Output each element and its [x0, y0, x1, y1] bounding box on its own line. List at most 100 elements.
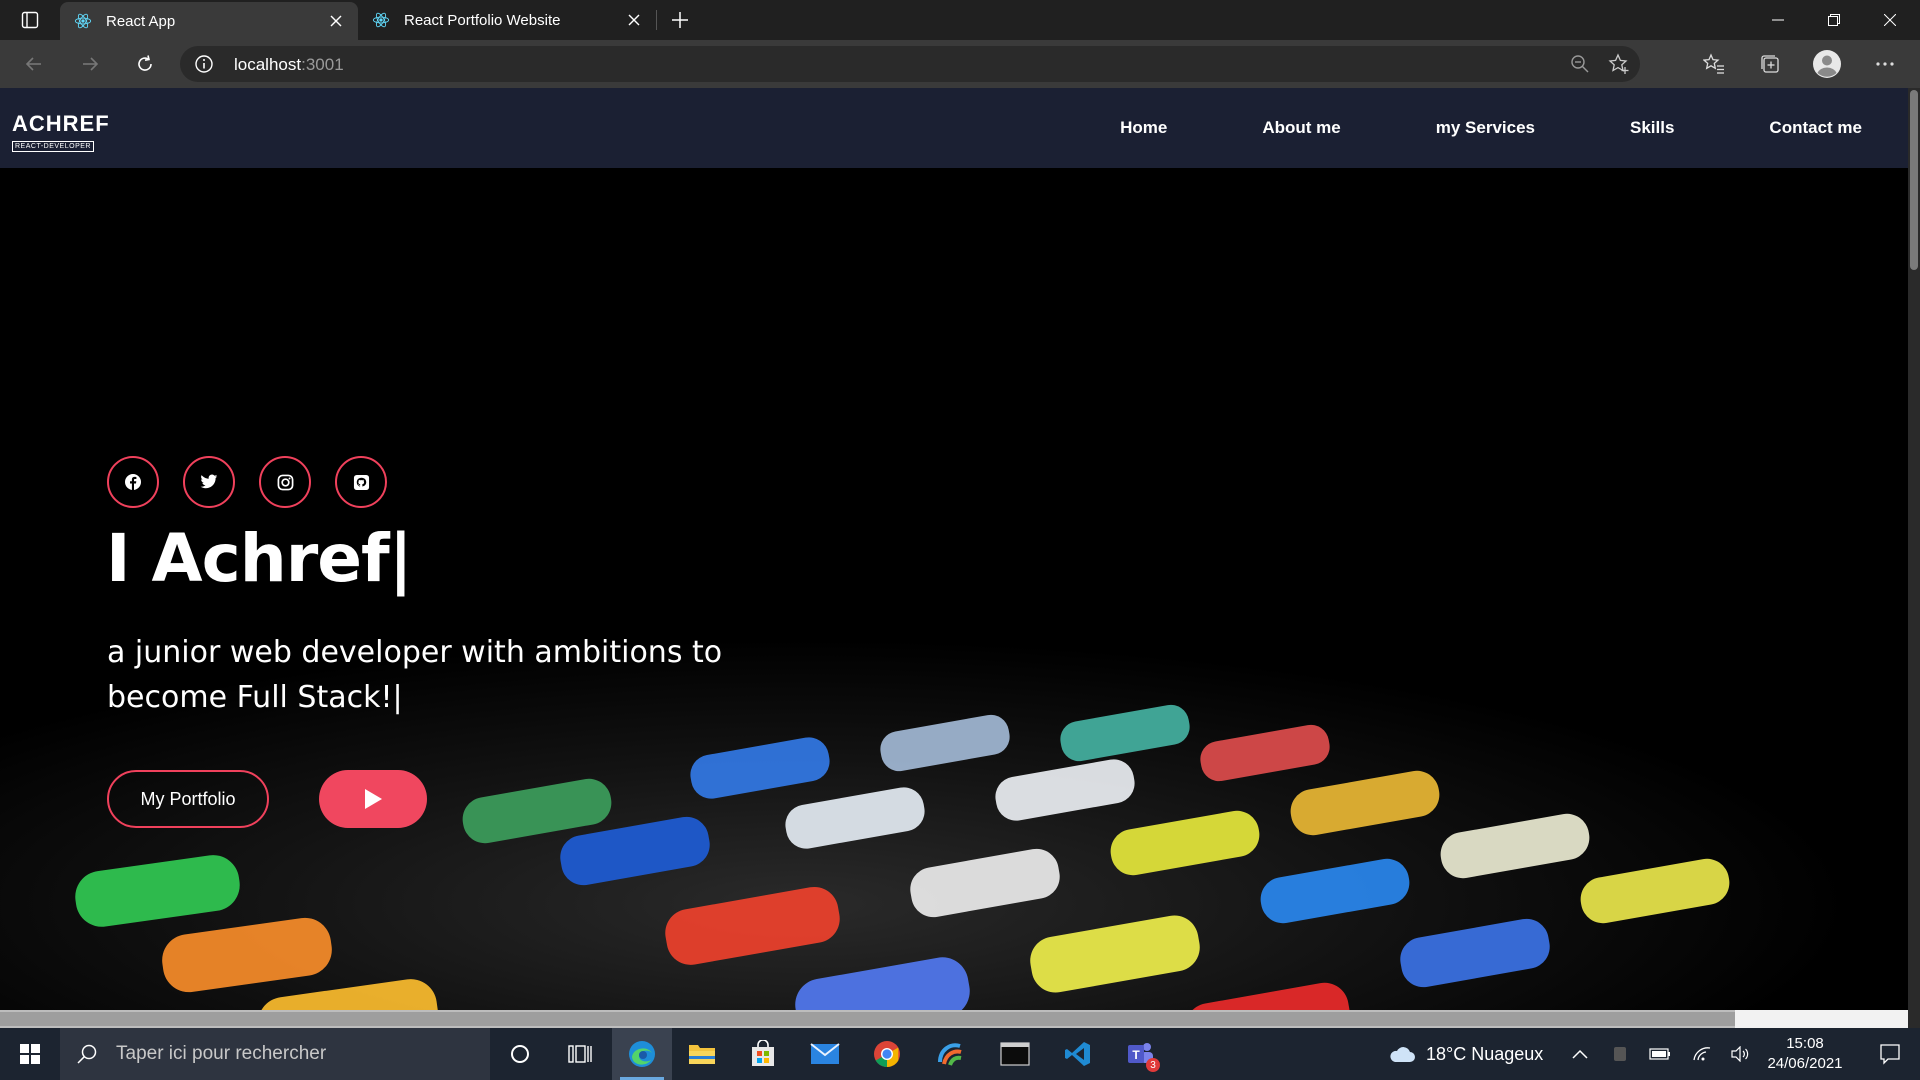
site-menu: Home About me my Services Skills Contact…	[1025, 88, 1862, 168]
address-bar[interactable]: localhost:3001	[180, 46, 1640, 82]
hero-subtitle: a junior web developer with ambitions to…	[107, 630, 747, 720]
favorites-button[interactable]	[1698, 48, 1730, 80]
tab-react-portfolio[interactable]: React Portfolio Website	[358, 0, 656, 40]
nav-about-me[interactable]: About me	[1262, 118, 1340, 138]
vertical-scrollbar[interactable]	[1908, 88, 1920, 1010]
battery-button[interactable]	[1640, 1028, 1680, 1080]
nav-skills[interactable]: Skills	[1630, 118, 1674, 138]
facebook-icon	[125, 474, 141, 490]
notifications-button[interactable]	[1860, 1028, 1920, 1080]
my-portfolio-button[interactable]: My Portfolio	[107, 770, 269, 828]
taskbar-clock[interactable]: 15:08 24/06/2021	[1760, 1034, 1850, 1074]
social-links	[107, 456, 411, 508]
close-tab-icon[interactable]	[328, 13, 344, 29]
new-tab-button[interactable]	[664, 4, 696, 36]
browser-tabstrip: React App React Portfolio Website	[0, 0, 1920, 40]
logo-sub: REACT-DEVELOPER	[12, 141, 94, 152]
tab-title: React App	[106, 12, 176, 30]
forward-button[interactable]	[74, 48, 106, 80]
weather-text: 18°C Nuageux	[1426, 1043, 1544, 1064]
hero-subtitle-line1: a junior web developer with ambitions to	[107, 635, 723, 670]
taskbar-chrome[interactable]	[857, 1028, 917, 1080]
edge-icon	[629, 1041, 655, 1067]
tab-react-app[interactable]: React App	[60, 2, 358, 40]
search-icon	[77, 1044, 97, 1064]
tray-app-button[interactable]	[1600, 1028, 1640, 1080]
cortana-button[interactable]	[490, 1028, 550, 1080]
twitter-link[interactable]	[183, 456, 235, 508]
url-text[interactable]: localhost:3001	[234, 55, 344, 75]
settings-menu-button[interactable]	[1869, 48, 1901, 80]
vertical-scroll-thumb[interactable]	[1910, 90, 1918, 270]
more-icon	[1876, 62, 1894, 66]
github-icon	[353, 474, 369, 490]
hero-subtitle-line2: become Full Stack!|	[107, 680, 403, 715]
close-window-button[interactable]	[1862, 0, 1918, 40]
collections-button[interactable]	[1754, 48, 1786, 80]
facebook-link[interactable]	[107, 456, 159, 508]
taskbar-mail[interactable]	[795, 1028, 855, 1080]
profile-avatar-icon	[1813, 50, 1841, 78]
taskbar-file-explorer[interactable]	[672, 1028, 732, 1080]
windows-taskbar: Taper ici pour rechercher T 3 18°C Nuage…	[0, 1028, 1920, 1080]
task-view-icon	[568, 1045, 592, 1063]
site-navbar: ACHREF REACT-DEVELOPER Home About me my …	[0, 88, 1908, 168]
clock-date: 24/06/2021	[1767, 1055, 1843, 1072]
chevron-up-icon	[1572, 1049, 1588, 1059]
restore-button[interactable]	[1806, 0, 1862, 40]
browser-toolbar: localhost:3001	[0, 40, 1920, 88]
task-view-button[interactable]	[550, 1028, 610, 1080]
minimize-button[interactable]	[1750, 0, 1806, 40]
nav-home[interactable]: Home	[1120, 118, 1167, 138]
site-info-icon[interactable]	[194, 54, 214, 74]
show-hidden-icons-button[interactable]	[1560, 1028, 1600, 1080]
horizontal-scroll-thumb[interactable]	[0, 1012, 1735, 1026]
play-video-button[interactable]	[319, 770, 427, 828]
tray-app-icon	[1614, 1047, 1626, 1061]
site-logo[interactable]: ACHREF REACT-DEVELOPER	[12, 113, 118, 152]
taskbar-teams[interactable]: T 3	[1110, 1028, 1170, 1080]
back-button[interactable]	[18, 48, 50, 80]
nav-contact-me[interactable]: Contact me	[1769, 118, 1862, 138]
search-placeholder: Taper ici pour rechercher	[116, 1043, 327, 1064]
speaker-icon	[1731, 1046, 1749, 1062]
instagram-link[interactable]	[259, 456, 311, 508]
vscode-icon	[1065, 1042, 1090, 1066]
arrow-left-icon	[25, 57, 41, 71]
clock-time: 15:08	[1786, 1035, 1824, 1052]
weather-widget[interactable]: 18°C Nuageux	[1388, 1028, 1543, 1080]
taskbar-app-swirl[interactable]	[920, 1028, 980, 1080]
instagram-icon	[277, 474, 293, 490]
taskbar-terminal[interactable]	[985, 1028, 1045, 1080]
taskbar-store[interactable]	[733, 1028, 793, 1080]
volume-button[interactable]	[1720, 1028, 1760, 1080]
nav-my-services[interactable]: my Services	[1436, 118, 1535, 138]
taskbar-vscode[interactable]	[1048, 1028, 1108, 1080]
tab-title: React Portfolio Website	[404, 11, 561, 29]
minimize-icon	[1772, 19, 1784, 21]
github-link[interactable]	[335, 456, 387, 508]
scrollbar-corner	[1908, 1010, 1920, 1028]
close-tab-icon[interactable]	[626, 12, 642, 28]
teams-badge: 3	[1146, 1058, 1160, 1072]
tab-separator	[656, 10, 657, 30]
taskbar-search[interactable]: Taper ici pour rechercher	[60, 1028, 490, 1080]
battery-icon	[1649, 1048, 1670, 1060]
mail-icon	[810, 1043, 840, 1064]
start-button[interactable]	[0, 1028, 60, 1080]
network-button[interactable]	[1682, 1028, 1722, 1080]
twitter-icon	[200, 474, 218, 489]
horizontal-scroll-track	[1735, 1010, 1908, 1028]
svg-text:T: T	[1132, 1048, 1140, 1062]
refresh-icon	[138, 55, 152, 71]
tab-actions-button[interactable]	[0, 0, 60, 40]
horizontal-scrollbar[interactable]	[0, 1010, 1908, 1028]
cortana-icon	[511, 1045, 529, 1063]
zoom-out-icon[interactable]	[1570, 54, 1590, 74]
refresh-button[interactable]	[129, 48, 161, 80]
profile-button[interactable]	[1811, 48, 1843, 80]
taskbar-edge[interactable]	[612, 1028, 672, 1080]
chrome-icon	[874, 1041, 900, 1068]
hero-section: I Achref| a junior web developer with am…	[0, 168, 1908, 1010]
add-favorite-icon[interactable]	[1608, 53, 1630, 75]
